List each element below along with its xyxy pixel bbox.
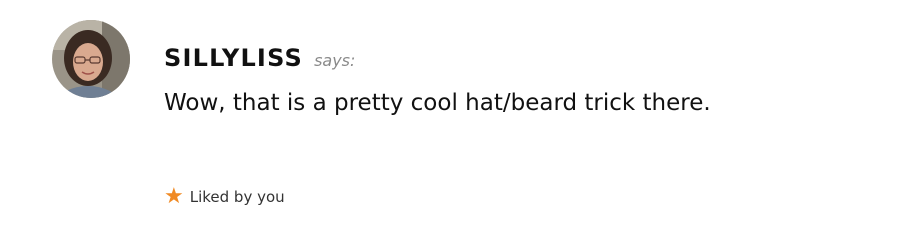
- likes-row: ★ Liked by you: [164, 186, 285, 208]
- comment-text: Wow, that is a pretty cool hat/beard tri…: [164, 90, 711, 116]
- says-label: says:: [314, 51, 356, 70]
- comment-author[interactable]: SILLYLISS: [164, 44, 303, 72]
- likes-label[interactable]: Liked by you: [190, 188, 285, 206]
- star-icon[interactable]: ★: [164, 186, 184, 208]
- comment: SILLYLISS says: Wow, that is a pretty co…: [0, 0, 913, 251]
- avatar[interactable]: [52, 20, 130, 98]
- comment-meta: SILLYLISS says:: [164, 44, 355, 72]
- avatar-photo: [52, 20, 130, 98]
